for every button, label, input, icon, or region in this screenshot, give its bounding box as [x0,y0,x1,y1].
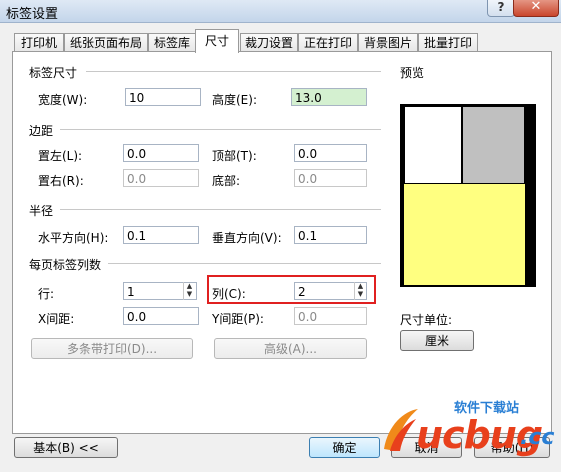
preview-label-2 [462,106,525,184]
rows-label: 行: [38,287,55,301]
watermark-logo: 软件下载站 ucbug .cc [380,395,558,465]
divider [86,71,381,73]
tab-label-library[interactable]: 标签库 [148,33,196,52]
right-margin-input[interactable]: 0.0 [123,169,199,187]
x-gap-input[interactable]: 0.0 [123,307,199,325]
basic-toggle-button[interactable]: 基本(B) << [14,437,118,458]
width-input[interactable]: 10 [125,88,201,106]
horizontal-radius-input[interactable]: 0.1 [123,226,199,244]
spin-up-icon[interactable]: ▲ [184,282,195,290]
tab-printing[interactable]: 正在打印 [298,33,358,52]
annotation-highlight [207,275,376,304]
group-label-size: 标签尺寸 [29,66,78,80]
title-bar: 标签设置 ? ✕ [0,0,561,23]
unit-label: 尺寸单位: [400,313,453,327]
preview-title: 预览 [400,66,425,80]
ok-button[interactable]: 确定 [309,437,380,458]
y-gap-label: Y间距(P): [212,312,264,326]
divider [108,263,381,265]
divider [60,209,381,211]
spin-down-icon[interactable]: ▼ [184,290,195,298]
width-label: 宽度(W): [38,93,88,107]
group-per-page: 每页标签列数 [29,258,102,272]
group-radius: 半径 [29,204,54,218]
window-title: 标签设置 [6,7,59,22]
group-margins: 边距 [29,124,54,138]
advanced-button[interactable]: 高级(A)... [214,338,367,359]
bottom-margin-input[interactable]: 0.0 [294,169,367,187]
height-input[interactable]: 13.0 [291,88,367,106]
watermark-tld: .cc [520,425,555,450]
preview-canvas [400,104,536,287]
bottom-margin-label: 底部: [212,174,241,188]
help-title-button[interactable]: ? [487,0,515,17]
tab-size[interactable]: 尺寸 [195,29,239,53]
tab-printer[interactable]: 打印机 [14,33,64,52]
left-margin-input[interactable]: 0.0 [123,144,199,162]
y-gap-input[interactable]: 0.0 [294,307,367,325]
top-margin-label: 顶部(T): [212,149,257,163]
tab-cutter[interactable]: 裁刀设置 [240,33,298,52]
vertical-radius-label: 垂直方向(V): [212,231,282,245]
rows-stepper[interactable]: ▲ ▼ [183,282,195,300]
top-margin-input[interactable]: 0.0 [294,144,367,162]
multi-print-button[interactable]: 多条带打印(D)... [31,338,193,359]
tab-background[interactable]: 背景图片 [358,33,418,52]
vertical-radius-input[interactable]: 0.1 [294,226,367,244]
horizontal-radius-label: 水平方向(H): [38,231,109,245]
height-label: 高度(E): [212,93,257,107]
tab-paper-layout[interactable]: 纸张页面布局 [64,33,148,52]
tab-batch-print[interactable]: 批量打印 [418,33,478,52]
unit-button[interactable]: 厘米 [400,330,474,351]
close-button[interactable]: ✕ [513,0,559,17]
left-margin-label: 置左(L): [38,149,83,163]
watermark-swoosh-icon [380,405,420,455]
x-gap-label: X间距: [38,312,75,326]
preview-label-1 [404,106,462,184]
right-margin-label: 置右(R): [38,174,84,188]
divider [60,129,381,131]
